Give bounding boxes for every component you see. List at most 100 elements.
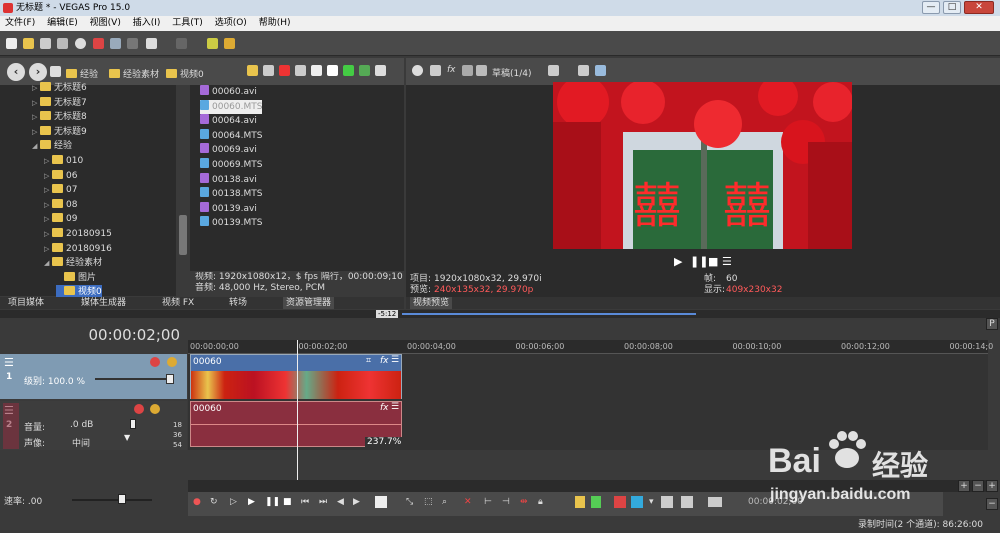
tree-item[interactable]: ▷ 20180915 xyxy=(44,227,112,241)
go-start-icon[interactable]: ⏮ xyxy=(301,497,309,507)
forward-icon[interactable]: › xyxy=(29,63,47,81)
file-item[interactable]: 00060.avi xyxy=(200,85,257,99)
menu-view[interactable]: 视图(V) xyxy=(90,18,121,28)
collapsed-arrow-icon[interactable]: ▷ xyxy=(44,154,52,168)
copy-snapshot-icon[interactable] xyxy=(578,65,589,76)
collapsed-arrow-icon[interactable]: ▷ xyxy=(32,125,40,139)
tree-item[interactable]: ◢ 经验 xyxy=(32,139,72,153)
clip-menu-icon[interactable]: ☰ xyxy=(391,355,399,365)
go-end-icon[interactable]: ⏭ xyxy=(319,497,327,507)
refresh-icon[interactable] xyxy=(263,65,274,76)
minimize-button[interactable]: — xyxy=(922,1,940,14)
collapsed-arrow-icon[interactable]: ▷ xyxy=(32,81,40,95)
file-item[interactable]: 00139.MTS xyxy=(200,216,262,230)
gear-icon[interactable] xyxy=(75,38,86,49)
tree-item[interactable]: ▷ 20180916 xyxy=(44,242,112,256)
file-item[interactable]: 00139.avi xyxy=(200,201,257,216)
delete-icon[interactable] xyxy=(279,65,290,76)
crop-icon[interactable]: ⌗ xyxy=(366,356,371,366)
collapsed-arrow-icon[interactable]: ▷ xyxy=(44,212,52,226)
play-from-start-icon[interactable]: ▷ xyxy=(230,497,237,507)
collapsed-arrow-icon[interactable]: ▷ xyxy=(32,96,40,110)
collapsed-arrow-icon[interactable]: ▷ xyxy=(44,198,52,212)
collapsed-arrow-icon[interactable]: ▷ xyxy=(44,242,52,256)
auto-preview-icon[interactable] xyxy=(343,65,354,76)
stop-icon[interactable] xyxy=(327,65,338,76)
stop-icon[interactable]: ■ xyxy=(708,255,718,268)
dropdown-icon[interactable] xyxy=(50,66,61,77)
crossfade-icon[interactable] xyxy=(681,496,693,508)
auto-ripple-icon[interactable] xyxy=(631,496,643,508)
group-icon[interactable] xyxy=(661,496,673,508)
snap-icon[interactable] xyxy=(614,496,626,508)
stop-icon[interactable]: ■ xyxy=(283,497,292,507)
track-menu-icon[interactable]: ☰ xyxy=(4,356,14,369)
split-dropdown-icon[interactable] xyxy=(476,65,487,76)
lock-icon[interactable]: 🔒︎ xyxy=(538,497,543,507)
views-icon[interactable] xyxy=(375,65,386,76)
tab-video-preview[interactable]: 视频预览 xyxy=(410,297,453,309)
split-screen-icon[interactable] xyxy=(462,65,473,76)
quality-select[interactable]: 草稿(1/4) xyxy=(492,66,532,79)
rate-slider-thumb[interactable] xyxy=(118,494,126,504)
region-icon[interactable] xyxy=(591,496,601,508)
grid-icon[interactable] xyxy=(548,65,559,76)
close-button[interactable]: ✕ xyxy=(964,1,994,14)
menu-edit[interactable]: 编辑(E) xyxy=(47,18,78,28)
zoom-icon[interactable] xyxy=(359,65,370,76)
tree-item[interactable]: ▷ 无标题9 xyxy=(32,125,87,139)
selection-tool-icon[interactable]: ⬚ xyxy=(424,497,433,507)
loop-region-bar[interactable] xyxy=(402,313,696,315)
redo-icon[interactable] xyxy=(176,38,187,49)
breadcrumb-item[interactable]: 经验 xyxy=(66,67,98,80)
play-icon[interactable]: ▶ xyxy=(248,497,255,507)
tab-project-media[interactable]: 项目媒体 xyxy=(8,297,44,309)
mute-icon[interactable] xyxy=(134,404,144,414)
video-track-header[interactable]: ☰ 1 级别: 100.0 % xyxy=(0,354,187,399)
volume-slider-thumb[interactable] xyxy=(130,419,136,429)
file-item[interactable]: 00064.MTS xyxy=(200,128,262,143)
breadcrumb-item[interactable]: 视频0 xyxy=(166,67,204,80)
tree-item[interactable]: ▷ 无标题8 xyxy=(32,110,87,124)
solo-icon[interactable] xyxy=(167,357,177,367)
trim-start-icon[interactable]: ⊢ xyxy=(484,497,492,507)
copy-icon[interactable] xyxy=(110,38,121,49)
envelope-tool-icon[interactable]: ⤡ xyxy=(406,497,413,507)
tree-item[interactable]: ▷ 06 xyxy=(44,169,77,183)
next-frame-icon[interactable]: ▶ xyxy=(353,497,360,507)
tree-item[interactable]: 图片 xyxy=(56,271,96,285)
tree-item[interactable]: ▷ 无标题6 xyxy=(32,81,87,95)
collapsed-arrow-icon[interactable]: ▷ xyxy=(32,110,40,124)
expanded-arrow-icon[interactable]: ◢ xyxy=(44,256,52,270)
pause-icon[interactable]: ❚❚ xyxy=(265,497,280,507)
tree-item[interactable]: ▷ 08 xyxy=(44,198,77,212)
ripple-dropdown-icon[interactable]: ▾ xyxy=(649,497,654,507)
prev-frame-icon[interactable]: ◀ xyxy=(337,497,344,507)
menu-options[interactable]: 选项(O) xyxy=(215,18,247,28)
mute-icon[interactable] xyxy=(150,357,160,367)
up-folder-icon[interactable] xyxy=(247,65,258,76)
marker-icon[interactable] xyxy=(575,496,585,508)
paste-icon[interactable] xyxy=(127,38,138,49)
tree-item[interactable]: ◢ 经验素材 xyxy=(44,256,102,270)
fx-icon[interactable]: fx xyxy=(380,403,389,413)
file-item[interactable]: 00138.avi xyxy=(200,172,257,187)
play-icon[interactable]: ▶ xyxy=(674,255,682,268)
menu-insert[interactable]: 插入(I) xyxy=(133,18,161,28)
menu-help[interactable]: 帮助(H) xyxy=(259,18,291,28)
audio-track-header[interactable]: ☰ 2 音量: .0 dB 声像: 中间 ▼ 18 36 54 xyxy=(0,401,187,450)
snap-icon[interactable] xyxy=(207,38,218,49)
file-item[interactable]: 00069.MTS xyxy=(200,158,262,172)
fx-icon[interactable]: fx xyxy=(380,356,389,366)
play-icon[interactable] xyxy=(311,65,322,76)
back-icon[interactable]: ‹ xyxy=(7,63,25,81)
tree-item[interactable]: ▷ 010 xyxy=(44,154,83,168)
timeline-ruler[interactable]: 00:00:00;00 00:00:02;00 00:00:04;00 00:00:0… xyxy=(188,340,993,354)
cut-icon[interactable] xyxy=(93,38,104,49)
tree-item[interactable]: ▷ 无标题7 xyxy=(32,96,87,110)
edit-tool-icon[interactable] xyxy=(375,496,387,508)
rate-slider[interactable] xyxy=(72,499,152,501)
tree-scrollbar[interactable] xyxy=(177,85,189,296)
file-item[interactable]: 00138.MTS xyxy=(200,187,262,201)
tab-explorer[interactable]: 资源管理器 xyxy=(283,297,335,309)
